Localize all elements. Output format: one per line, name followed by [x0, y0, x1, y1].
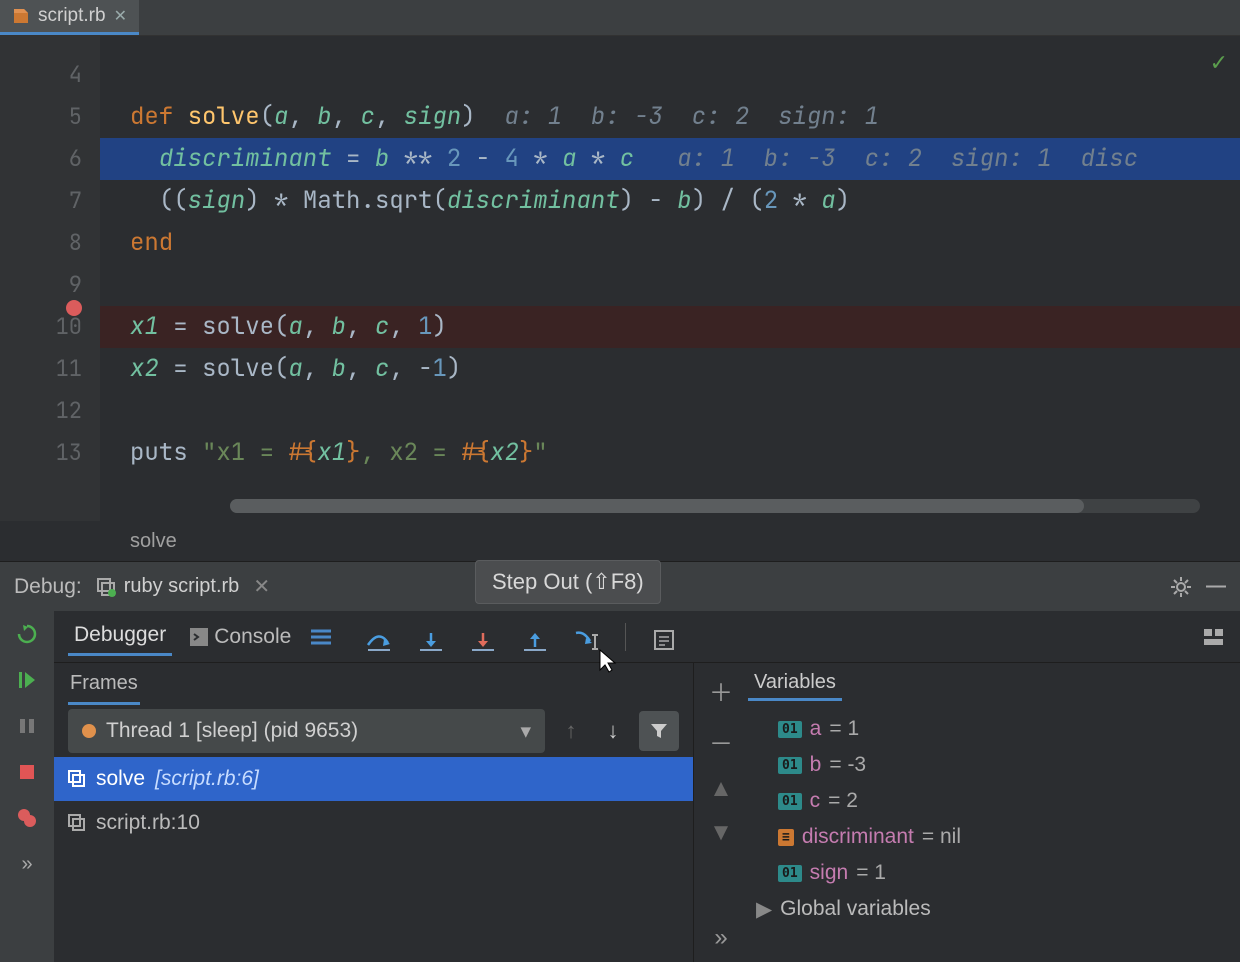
debug-left-toolbar: »	[0, 611, 54, 962]
file-tab[interactable]: script.rb ✕	[0, 0, 139, 35]
remove-watch-button[interactable]: －	[709, 724, 733, 759]
console-icon	[190, 628, 208, 646]
line-number: 4	[0, 54, 100, 96]
variables-panel: ＋ － ▲ ▼ » Variables 01a = 1 01b = -3 01c…	[694, 663, 1240, 962]
variable-row[interactable]: 01sign = 1	[748, 855, 1240, 891]
debug-title: Debug:	[14, 575, 82, 599]
frame-item[interactable]: script.rb:10	[54, 801, 693, 845]
tooltip: Step Out (⇧F8)	[475, 560, 661, 604]
run-config-label: ruby script.rb	[124, 575, 240, 598]
line-number: 11	[0, 348, 100, 390]
tab-debugger[interactable]: Debugger	[68, 617, 172, 656]
next-frame-button[interactable]: ↓	[597, 718, 629, 744]
minimize-icon[interactable]: —	[1206, 575, 1226, 598]
thread-status-icon	[82, 724, 96, 738]
code-line	[100, 390, 1240, 432]
code-line: ((sign) * Math.sqrt(discriminant) - b) /…	[100, 180, 1240, 222]
step-over-button[interactable]	[365, 623, 393, 651]
type-badge: 01	[778, 865, 802, 882]
ruby-file-icon	[12, 7, 30, 25]
chevron-down-icon: ▾	[520, 719, 531, 744]
code-area[interactable]: def solve(a, b, c, sign) a: 1 b: -3 c: 2…	[100, 36, 1240, 521]
stack-frame-icon	[68, 814, 86, 832]
variable-row[interactable]: 01c = 2	[748, 783, 1240, 819]
stop-button[interactable]	[14, 759, 40, 785]
run-config-icon	[96, 577, 116, 597]
line-number: 13	[0, 432, 100, 474]
code-line-breakpoint: x1 = solve(a, b, c, 1)	[100, 306, 1240, 348]
code-line	[100, 264, 1240, 306]
run-to-cursor-button[interactable]	[573, 623, 601, 651]
type-badge: 01	[778, 793, 802, 810]
variable-row[interactable]: ≡discriminant = nil	[748, 819, 1240, 855]
breadcrumb[interactable]: solve	[0, 521, 1240, 561]
stack-frame-icon	[68, 770, 86, 788]
variable-row[interactable]: 01b = -3	[748, 747, 1240, 783]
line-number: 12	[0, 390, 100, 432]
force-step-into-button[interactable]	[469, 623, 497, 651]
close-icon[interactable]: ✕	[114, 6, 127, 26]
tab-console[interactable]: Console	[184, 619, 297, 655]
code-line	[100, 54, 1240, 96]
prev-frame-button[interactable]: ↑	[555, 718, 587, 744]
variables-toolbar: ＋ － ▲ ▼ »	[694, 663, 748, 962]
global-variables-row[interactable]: ▶Global variables	[748, 891, 1240, 927]
more-button[interactable]: »	[14, 851, 40, 877]
frames-panel: Frames Thread 1 [sleep] (pid 9653) ▾ ↑ ↓…	[54, 663, 694, 962]
step-into-button[interactable]	[417, 623, 445, 651]
breakpoint-icon[interactable]	[66, 300, 82, 316]
move-down-button[interactable]: ▼	[709, 819, 733, 847]
type-badge: 01	[778, 721, 802, 738]
debug-toolbar: Debugger Console	[54, 611, 1240, 663]
resume-button[interactable]	[14, 667, 40, 693]
line-number: 10	[0, 306, 100, 348]
layout-settings-icon[interactable]	[1202, 627, 1226, 647]
type-badge: 01	[778, 757, 802, 774]
expand-icon: ▶	[756, 897, 772, 922]
variables-title: Variables	[748, 667, 842, 701]
pause-button[interactable]	[14, 713, 40, 739]
add-watch-button[interactable]: ＋	[709, 673, 733, 708]
line-number: 9	[0, 264, 100, 306]
tab-filename: script.rb	[38, 5, 106, 27]
code-line: def solve(a, b, c, sign) a: 1 b: -3 c: 2…	[100, 96, 1240, 138]
thread-selector[interactable]: Thread 1 [sleep] (pid 9653) ▾	[68, 709, 545, 753]
run-config-tab[interactable]: ruby script.rb ✕	[96, 574, 270, 599]
more-button[interactable]: »	[714, 924, 727, 952]
rerun-button[interactable]	[14, 621, 40, 647]
threads-icon[interactable]	[309, 627, 333, 647]
gear-icon[interactable]	[1170, 576, 1192, 598]
horizontal-scrollbar[interactable]	[230, 499, 1200, 513]
gutter: 4 5 6 7 8 9 10 11 12 13	[0, 36, 100, 521]
filter-button[interactable]	[639, 711, 679, 751]
frame-item[interactable]: solve [script.rb:6]	[54, 757, 693, 801]
line-number: 6	[0, 138, 100, 180]
move-up-button[interactable]: ▲	[709, 775, 733, 803]
line-number: 7	[0, 180, 100, 222]
line-number: 5	[0, 96, 100, 138]
view-breakpoints-button[interactable]	[14, 805, 40, 831]
code-editor[interactable]: ✓ 4 5 6 7 8 9 10 11 12 13 def solve(a, b…	[0, 36, 1240, 521]
editor-tabbar: script.rb ✕	[0, 0, 1240, 36]
type-badge: ≡	[778, 829, 794, 846]
frames-title: Frames	[68, 663, 140, 705]
debug-toolwindow: » Debugger Console Frames	[0, 611, 1240, 962]
close-icon[interactable]: ✕	[253, 574, 270, 599]
code-line-current: discriminant = b ** 2 - 4 * a * c a: 1 b…	[100, 138, 1240, 180]
line-number: 8	[0, 222, 100, 264]
code-line: x2 = solve(a, b, c, -1)	[100, 348, 1240, 390]
evaluate-expression-button[interactable]	[650, 623, 678, 651]
variable-row[interactable]: 01a = 1	[748, 711, 1240, 747]
step-out-button[interactable]	[521, 623, 549, 651]
code-line: puts "x1 = #{x1}, x2 = #{x2}"	[100, 432, 1240, 474]
code-line: end	[100, 222, 1240, 264]
